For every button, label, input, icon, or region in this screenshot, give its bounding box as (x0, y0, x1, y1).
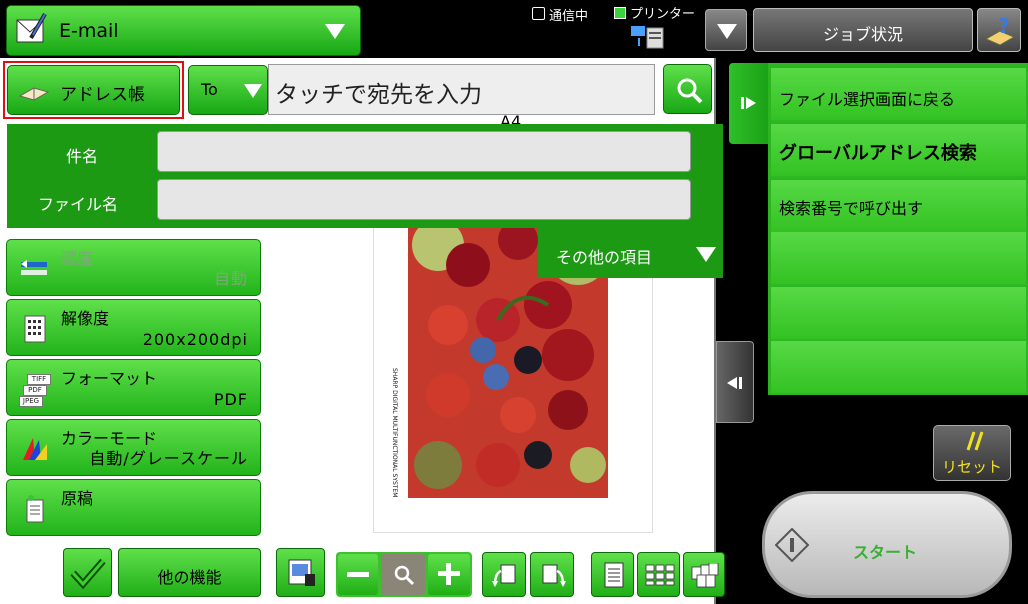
chevron-down-icon (696, 247, 716, 262)
collapse-left-icon (727, 377, 742, 389)
address-book-label: アドレス帳 (60, 85, 145, 105)
chevron-down-icon (717, 24, 737, 39)
job-status-button[interactable]: ジョブ状況 (753, 8, 973, 52)
right-item-label: グローバルアドレス検索 (779, 143, 977, 164)
other-functions-button[interactable]: 他の機能 (118, 548, 261, 597)
color-mode-setting[interactable]: カラーモード 自動/グレースケール (6, 419, 261, 476)
other-items-label: その他の項目 (556, 248, 653, 267)
format-setting[interactable]: TIFF PDF JPEG フォーマット PDF (6, 359, 261, 416)
original-document-icon (26, 495, 44, 523)
zoom-button[interactable] (381, 554, 425, 595)
start-diamond-icon (775, 528, 809, 562)
density-value: 自動 (213, 269, 248, 288)
checkmark-icon (70, 558, 106, 589)
comm-checkbox (532, 7, 545, 20)
network-printer-icon (631, 26, 664, 49)
mode-selector[interactable]: E-mail (6, 5, 361, 56)
plus-icon (438, 563, 460, 585)
thumbnail-view-button[interactable] (637, 552, 680, 597)
right-item-label: ファイル選択画面に戻る (779, 90, 956, 109)
to-selector[interactable]: To (188, 65, 268, 115)
address-book-icon (18, 87, 50, 101)
zoom-in-button[interactable] (428, 554, 470, 595)
header-dropdown-button[interactable] (705, 9, 747, 51)
format-value: PDF (213, 390, 248, 409)
filename-field[interactable] (157, 179, 691, 220)
right-item-empty-1 (771, 232, 1026, 286)
format-label: フォーマット (61, 369, 158, 388)
right-item-empty-3 (771, 341, 1026, 395)
resolution-label: 解像度 (61, 309, 110, 328)
chevron-down-icon (244, 84, 262, 98)
svg-text:?: ? (998, 15, 1010, 38)
right-item-empty-2 (771, 287, 1026, 341)
right-item-label: 検索番号で呼び出す (779, 199, 924, 218)
start-button[interactable]: スタート (762, 491, 1012, 598)
printer-status-label: プリンター (630, 7, 696, 22)
color-mode-value: 自動/グレースケール (89, 449, 248, 468)
format-icon-jpeg: JPEG (19, 396, 43, 407)
collapse-panel-button[interactable] (716, 341, 754, 423)
right-item-back-to-file-select[interactable]: ファイル選択画面に戻る (771, 68, 1026, 122)
density-setting[interactable]: 濃度 自動 (6, 239, 261, 296)
reset-label: リセット (941, 458, 1002, 476)
filename-label: ファイル名 (38, 195, 119, 214)
comm-status-label: 通信中 (549, 9, 589, 24)
side-panel-toggle[interactable] (729, 63, 769, 144)
preview-side-text: SHARP DIGITAL MULTIFUNCTIONAL SYSTEM (391, 368, 398, 498)
rotate-right-icon (542, 564, 566, 587)
stack-view-button[interactable] (683, 552, 725, 597)
email-mode-icon (16, 12, 47, 43)
right-item-global-address-search[interactable]: グローバルアドレス検索 (771, 124, 1026, 178)
file-format-icon: TIFF PDF JPEG (19, 374, 51, 407)
color-mode-icon (23, 438, 47, 460)
reset-slash-icon (966, 431, 984, 451)
help-book-icon: ? (984, 15, 1016, 46)
single-page-view-button[interactable] (591, 552, 634, 597)
destination-placeholder: タッチで宛先を入力 (275, 82, 482, 108)
rotate-left-icon (492, 564, 516, 587)
start-label: スタート (853, 543, 918, 562)
minus-icon (347, 572, 369, 577)
to-label: To (201, 80, 218, 99)
original-setting[interactable]: 原稿 (6, 479, 261, 536)
search-icon (677, 78, 703, 104)
preview-button[interactable] (276, 548, 325, 597)
help-button[interactable]: ? (977, 8, 1021, 52)
printer-indicator (614, 7, 626, 19)
job-status-label: ジョブ状況 (822, 25, 903, 44)
chevron-down-icon (325, 24, 345, 39)
thumbnail-grid-icon (645, 564, 675, 586)
stacked-pages-icon (691, 563, 719, 588)
subject-label: 件名 (66, 147, 99, 166)
reset-button[interactable]: リセット (933, 425, 1011, 481)
rotate-right-button[interactable] (530, 552, 574, 597)
confirm-button[interactable] (63, 548, 112, 597)
zoom-out-button[interactable] (338, 554, 378, 595)
subject-field[interactable] (157, 131, 691, 172)
resolution-value: 200x200dpi (142, 330, 248, 349)
other-items-button[interactable]: その他の項目 (538, 228, 723, 278)
right-item-recall-by-number[interactable]: 検索番号で呼び出す (771, 180, 1026, 234)
other-functions-label: 他の機能 (157, 568, 222, 587)
address-book-button[interactable]: アドレス帳 (7, 65, 180, 115)
density-icon (21, 260, 47, 275)
rotate-left-button[interactable] (482, 552, 526, 597)
preview-icon (288, 559, 315, 586)
magnifier-icon (394, 565, 415, 586)
search-button[interactable] (663, 64, 712, 114)
destination-input[interactable]: タッチで宛先を入力 (268, 64, 655, 115)
resolution-icon (24, 315, 46, 343)
mode-label: E-mail (59, 20, 119, 42)
original-label: 原稿 (61, 489, 94, 508)
resolution-setting[interactable]: 解像度 200x200dpi (6, 299, 261, 356)
single-page-icon (604, 562, 624, 588)
format-icon-tiff: TIFF (27, 374, 51, 385)
expand-right-icon (741, 97, 756, 109)
format-icon-pdf: PDF (23, 385, 47, 396)
density-label: 濃度 (61, 249, 94, 268)
